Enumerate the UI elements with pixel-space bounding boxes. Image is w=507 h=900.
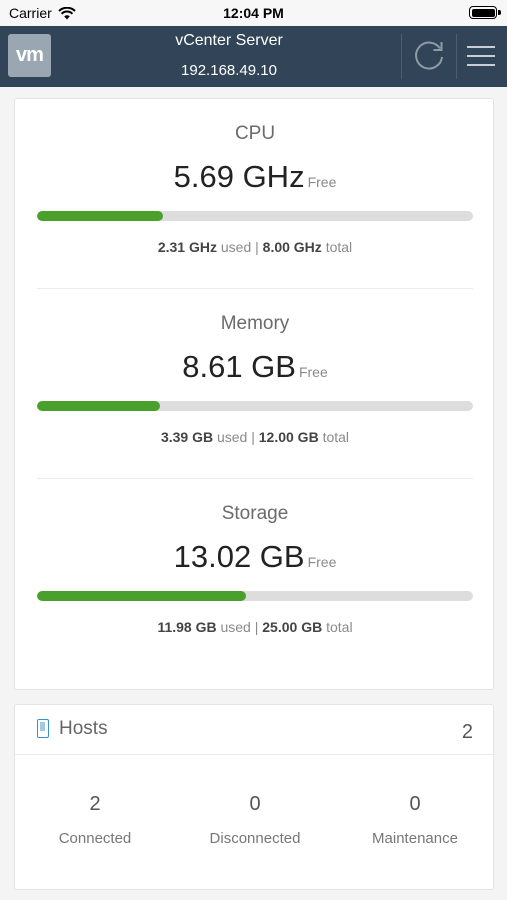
hosts-card[interactable]: Hosts 2 2 Connected 0 Disconnected 0 Mai… xyxy=(14,704,495,890)
free-label: Free xyxy=(298,364,328,380)
usage-separator: | xyxy=(254,619,259,635)
resources-card: CPU 5.69 GHz Free 2.31 GHz used | 8.00 GH… xyxy=(14,98,494,690)
used-label: used xyxy=(220,239,252,255)
total-value: 25.00 GB xyxy=(262,619,323,635)
usage-bar-fill xyxy=(37,401,161,411)
resource-name: Storage xyxy=(221,503,289,524)
stat-value: 0 xyxy=(409,793,421,815)
stat-value: 2 xyxy=(89,793,101,815)
hosts-title: Hosts xyxy=(59,718,108,739)
resource-name: CPU xyxy=(234,123,276,144)
resource-free: 13.02 GB Free xyxy=(15,539,495,575)
clock: 12:04 PM xyxy=(223,5,284,21)
stat-label: Disconnected xyxy=(209,830,301,847)
resource-memory: Memory 8.61 GB Free 3.39 GB used | 12.00 … xyxy=(15,289,495,479)
hosts-count: 2 xyxy=(461,721,473,743)
hosts-stat-connected: 2 Connected xyxy=(15,793,175,847)
host-icon xyxy=(37,719,49,738)
status-bar: Carrier 12:04 PM xyxy=(0,0,507,26)
used-value: 3.39 GB xyxy=(160,429,214,445)
used-label: used xyxy=(216,429,248,445)
usage-bar-fill xyxy=(37,211,163,221)
free-value: 13.02 GB xyxy=(173,539,305,574)
resource-free: 8.61 GB Free xyxy=(15,349,495,385)
hosts-stat-disconnected: 0 Disconnected xyxy=(175,793,335,847)
stat-value: 0 xyxy=(249,793,261,815)
free-value: 8.61 GB xyxy=(182,349,296,384)
free-label: Free xyxy=(307,554,337,570)
resource-free: 5.69 GHz Free xyxy=(15,159,495,195)
stat-label: Connected xyxy=(58,830,132,847)
header-divider xyxy=(456,34,457,79)
usage-separator: | xyxy=(251,429,255,445)
used-value: 11.98 GB xyxy=(157,619,217,635)
total-value: 8.00 GHz xyxy=(262,239,322,255)
stat-label: Maintenance xyxy=(372,830,458,847)
total-label: total xyxy=(326,619,353,635)
usage-bar-fill xyxy=(37,591,246,601)
app-header: vm vCenter Server 192.168.49.10 xyxy=(0,26,507,87)
hosts-header: Hosts 2 xyxy=(15,705,495,755)
usage-summary: 11.98 GB used | 25.00 GB total xyxy=(15,619,495,635)
usage-summary: 2.31 GHz used | 8.00 GHz total xyxy=(15,239,495,255)
total-value: 12.00 GB xyxy=(258,429,319,445)
free-value: 5.69 GHz xyxy=(173,159,305,194)
usage-bar xyxy=(37,591,473,601)
usage-bar xyxy=(37,211,473,221)
server-address: 192.168.49.10 xyxy=(181,62,277,79)
resource-cpu: CPU 5.69 GHz Free 2.31 GHz used | 8.00 GH… xyxy=(15,99,495,289)
refresh-icon[interactable] xyxy=(410,38,448,76)
total-label: total xyxy=(325,239,353,255)
hosts-stat-maintenance: 0 Maintenance xyxy=(335,793,495,847)
resource-storage: Storage 13.02 GB Free 11.98 GB used | 25.… xyxy=(15,479,495,669)
used-value: 2.31 GHz xyxy=(157,239,217,255)
total-label: total xyxy=(322,429,350,445)
used-label: used xyxy=(220,619,251,635)
server-title: vCenter Server xyxy=(175,32,283,49)
menu-icon[interactable] xyxy=(467,44,495,68)
free-label: Free xyxy=(307,174,337,190)
usage-bar xyxy=(37,401,473,411)
resource-name: Memory xyxy=(220,313,290,334)
usage-separator: | xyxy=(255,239,259,255)
header-divider xyxy=(401,34,402,79)
usage-summary: 3.39 GB used | 12.00 GB total xyxy=(15,429,495,445)
battery-icon xyxy=(469,6,501,19)
